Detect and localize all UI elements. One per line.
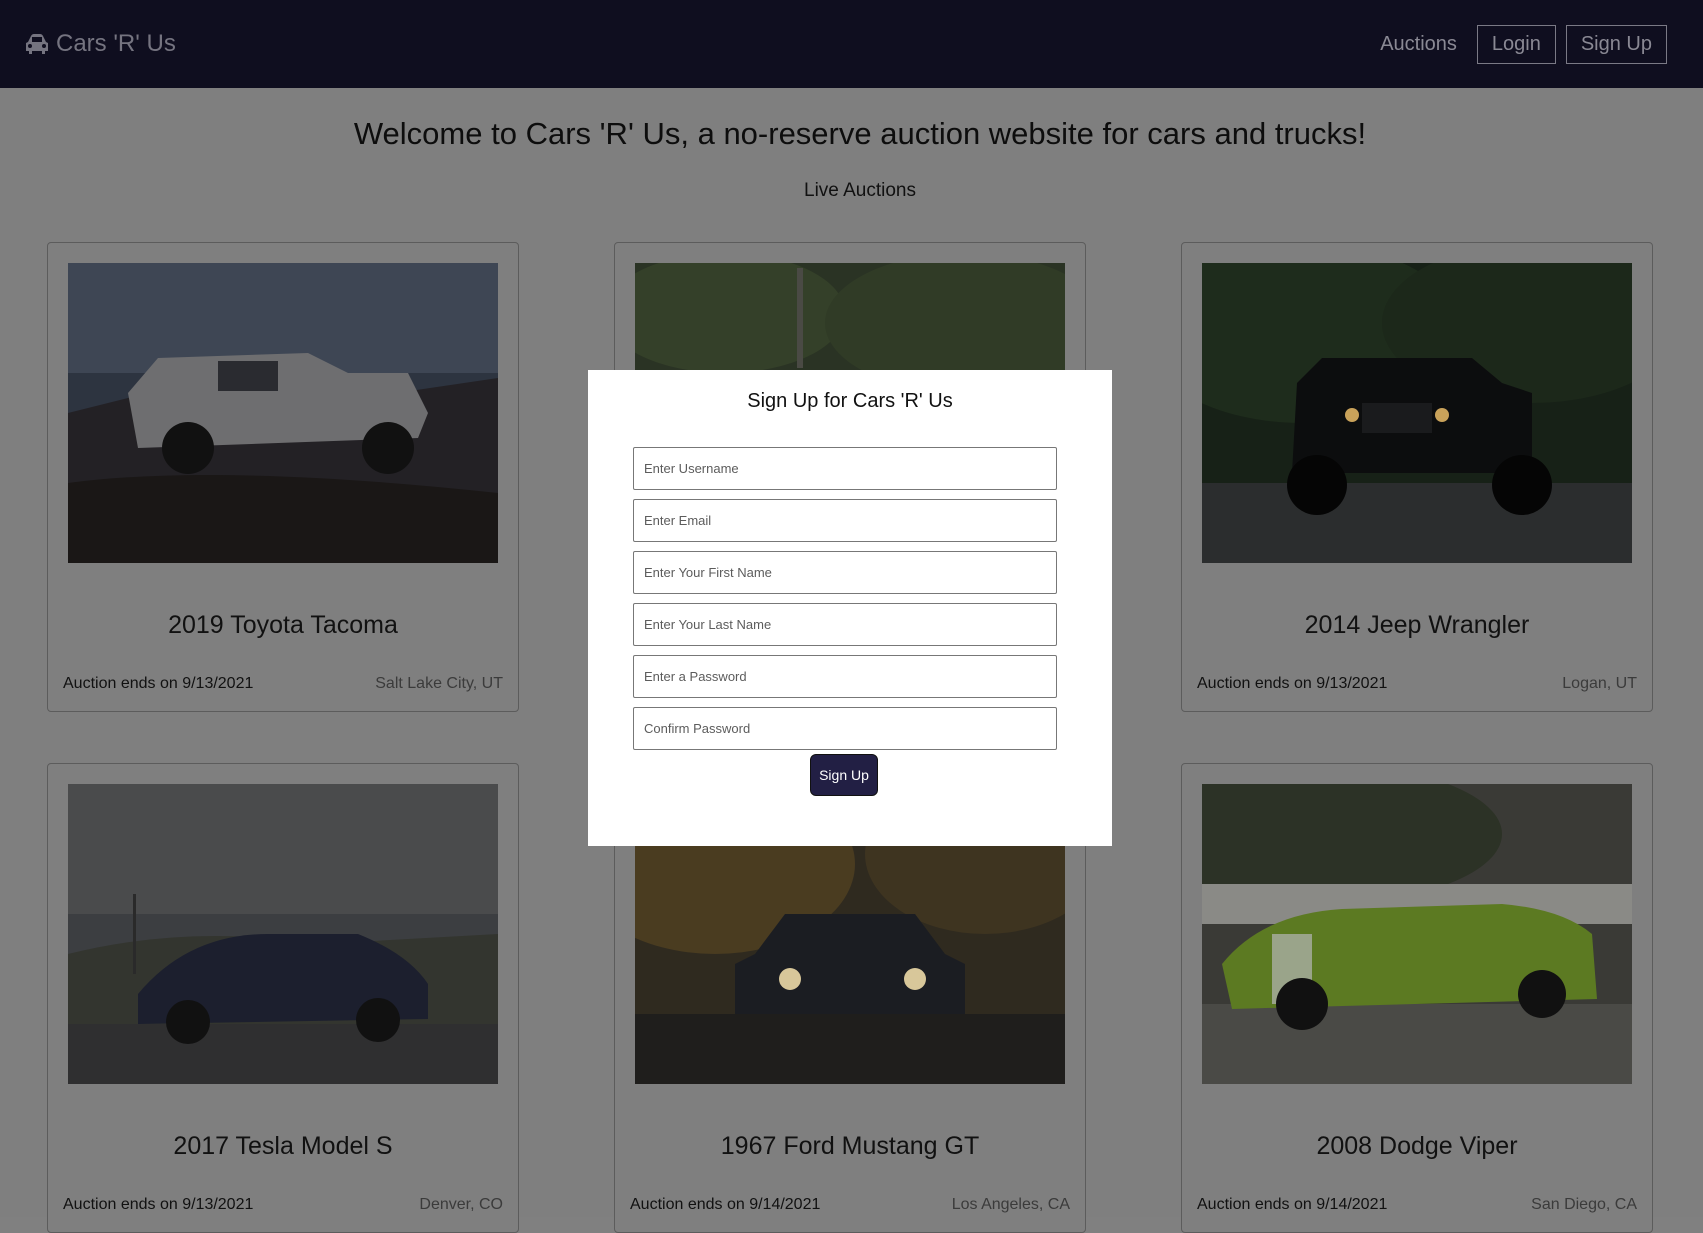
signup-modal: Sign Up for Cars 'R' Us Sign Up (588, 370, 1112, 846)
auctions-link[interactable]: Auctions (1380, 33, 1457, 56)
modal-title: Sign Up for Cars 'R' Us (747, 390, 953, 412)
auction-end-date: Auction ends on 9/13/2021 (63, 675, 254, 692)
auction-card[interactable]: 2014 Jeep Wrangler Auction ends on 9/13/… (1181, 242, 1653, 712)
car-photo (68, 784, 498, 1084)
confirm-password-input[interactable] (633, 707, 1057, 750)
login-button[interactable]: Login (1476, 24, 1556, 64)
car-title: 1967 Ford Mustang GT (720, 1132, 980, 1160)
auction-card[interactable]: 2008 Dodge Viper Auction ends on 9/14/20… (1181, 763, 1653, 1233)
first-name-input[interactable] (633, 551, 1057, 594)
email-input[interactable] (633, 499, 1057, 542)
auction-end-date: Auction ends on 9/14/2021 (1197, 1196, 1388, 1213)
brand[interactable]: Cars 'R' Us (24, 30, 176, 58)
car-photo (1202, 784, 1632, 1084)
auction-card[interactable]: 2019 Toyota Tacoma Auction ends on 9/13/… (47, 242, 519, 712)
car-title: 2008 Dodge Viper (1316, 1132, 1518, 1160)
car-photo (68, 263, 498, 563)
password-input[interactable] (633, 655, 1057, 698)
auction-end-date: Auction ends on 9/13/2021 (1197, 675, 1388, 692)
auction-location: San Diego, CA (1531, 1196, 1637, 1213)
auction-end-date: Auction ends on 9/13/2021 (63, 1196, 254, 1213)
welcome-heading: Welcome to Cars 'R' Us, a no-reserve auc… (353, 116, 1367, 151)
navbar: Cars 'R' Us Auctions Login Sign Up (0, 0, 1703, 88)
auction-end-date: Auction ends on 9/14/2021 (630, 1196, 821, 1213)
username-input[interactable] (633, 447, 1057, 490)
car-title: 2017 Tesla Model S (173, 1132, 393, 1160)
last-name-input[interactable] (633, 603, 1057, 646)
brand-name: Cars 'R' Us (56, 30, 176, 57)
signup-submit-button[interactable]: Sign Up (810, 754, 878, 796)
car-photo (1202, 263, 1632, 563)
auction-card[interactable]: 2017 Tesla Model S Auction ends on 9/13/… (47, 763, 519, 1233)
live-auctions-heading: Live Auctions (804, 180, 916, 201)
auction-location: Logan, UT (1562, 675, 1637, 692)
car-title: 2019 Toyota Tacoma (168, 611, 398, 639)
auction-location: Salt Lake City, UT (375, 675, 503, 692)
car-title: 2014 Jeep Wrangler (1304, 611, 1530, 639)
auction-location: Los Angeles, CA (951, 1196, 1070, 1213)
car-icon (26, 34, 48, 54)
auction-location: Denver, CO (419, 1196, 503, 1213)
signup-nav-button[interactable]: Sign Up (1565, 24, 1667, 64)
nav-actions: Auctions Login Sign Up (1380, 24, 1667, 64)
